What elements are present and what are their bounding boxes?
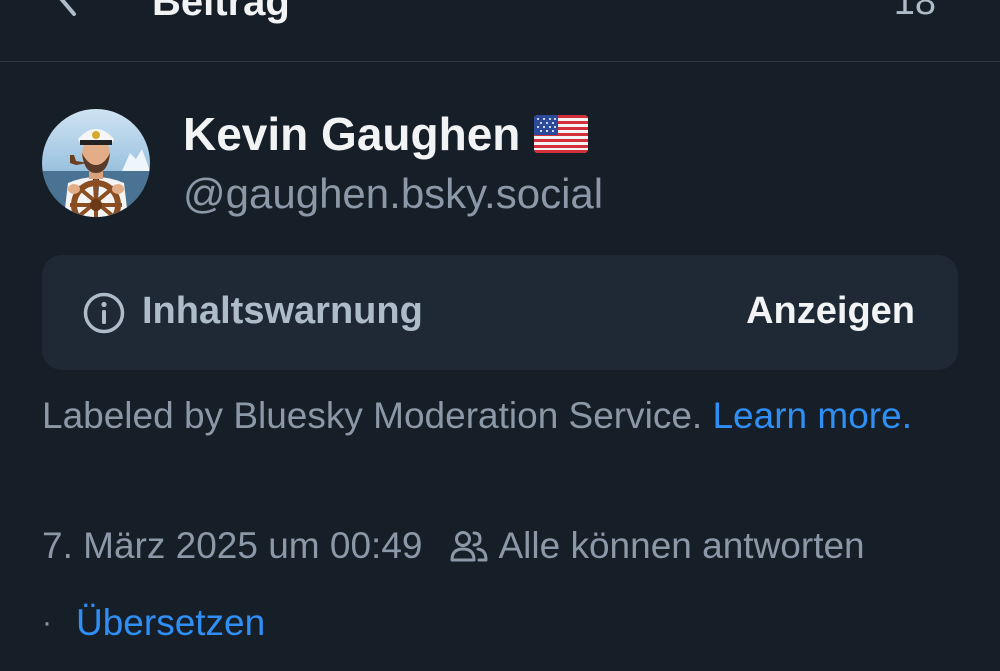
moderation-label: Labeled by Bluesky Moderation Service. L… — [42, 392, 942, 439]
top-bar: Beitrag 18 — [0, 0, 1000, 62]
translate-link[interactable]: Übersetzen — [76, 598, 265, 648]
moderation-text: Labeled by Bluesky Moderation Service. — [42, 395, 713, 436]
post-screen: Beitrag 18 Kevin Gaughen @gaughen.bsky.s… — [0, 0, 1000, 671]
header-right-text[interactable]: 18 — [894, 0, 936, 26]
author-name[interactable]: Kevin Gaughen — [183, 106, 520, 162]
info-icon — [83, 292, 125, 334]
people-icon — [450, 531, 487, 562]
back-chevron-icon[interactable] — [52, 0, 78, 18]
content-warning-box[interactable]: Inhaltswarnung Anzeigen — [42, 255, 958, 370]
learn-more-link[interactable]: Learn more. — [712, 395, 912, 436]
avatar[interactable] — [42, 109, 150, 217]
post-meta-row: 7. März 2025 um 00:49 Alle können antwor… — [42, 521, 865, 571]
captain-avatar-icon — [42, 109, 150, 217]
author-name-row[interactable]: Kevin Gaughen — [183, 106, 589, 162]
author-handle[interactable]: @gaughen.bsky.social — [183, 168, 603, 220]
page-title: Beitrag — [152, 0, 290, 24]
post-timestamp: 7. März 2025 um 00:49 — [42, 525, 423, 566]
bullet-separator: · — [42, 606, 52, 639]
show-content-button[interactable]: Anzeigen — [746, 285, 915, 337]
us-flag-icon — [534, 115, 589, 153]
content-warning-label: Inhaltswarnung — [142, 290, 423, 332]
reply-setting[interactable]: Alle können antworten — [499, 521, 865, 571]
translate-row: · Übersetzen — [42, 598, 265, 648]
